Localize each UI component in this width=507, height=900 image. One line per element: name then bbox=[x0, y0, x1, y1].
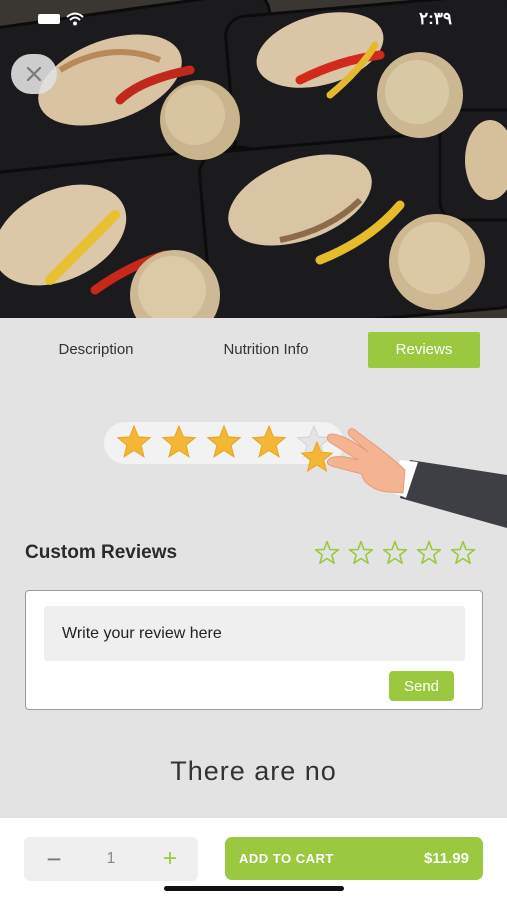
empty-reviews-message: There are no bbox=[170, 756, 337, 786]
decrease-quantity-button[interactable]: − bbox=[34, 837, 74, 881]
custom-reviews-title: Custom Reviews bbox=[25, 542, 178, 563]
add-to-cart-label: ADD TO CART bbox=[239, 851, 334, 866]
meal-photo: ٢:٣٩ bbox=[0, 0, 507, 318]
review-form: Send bbox=[25, 590, 483, 710]
close-icon bbox=[26, 66, 42, 82]
add-to-cart-button[interactable]: ADD TO CART $11.99 bbox=[225, 837, 483, 880]
status-icons bbox=[38, 12, 84, 26]
tab-reviews[interactable]: Reviews bbox=[368, 332, 480, 368]
rating-star-4[interactable] bbox=[416, 540, 442, 566]
quantity-stepper: − 1 + bbox=[24, 837, 198, 881]
meal-prep-image bbox=[0, 0, 507, 318]
rating-star-3[interactable] bbox=[382, 540, 408, 566]
status-bar: ٢:٣٩ bbox=[0, 0, 507, 44]
rating-star-5[interactable] bbox=[450, 540, 476, 566]
wifi-icon bbox=[66, 12, 84, 26]
review-input[interactable] bbox=[44, 606, 465, 661]
rating-input bbox=[314, 540, 476, 566]
tab-description[interactable]: Description bbox=[38, 332, 154, 368]
send-button[interactable]: Send bbox=[389, 671, 454, 701]
rating-illustration bbox=[104, 422, 507, 528]
increase-quantity-button[interactable]: + bbox=[150, 837, 190, 881]
home-indicator bbox=[164, 886, 344, 891]
price-label: $11.99 bbox=[423, 850, 469, 867]
rating-star-2[interactable] bbox=[348, 540, 374, 566]
rating-star-1[interactable] bbox=[314, 540, 340, 566]
status-time: ٢:٣٩ bbox=[418, 9, 452, 28]
tab-nutrition-info[interactable]: Nutrition Info bbox=[200, 332, 332, 368]
cellular-signal-icon bbox=[38, 14, 60, 24]
quantity-value: 1 bbox=[106, 850, 116, 867]
close-button[interactable] bbox=[11, 54, 57, 94]
tab-bar: Description Nutrition Info Reviews bbox=[0, 318, 507, 380]
